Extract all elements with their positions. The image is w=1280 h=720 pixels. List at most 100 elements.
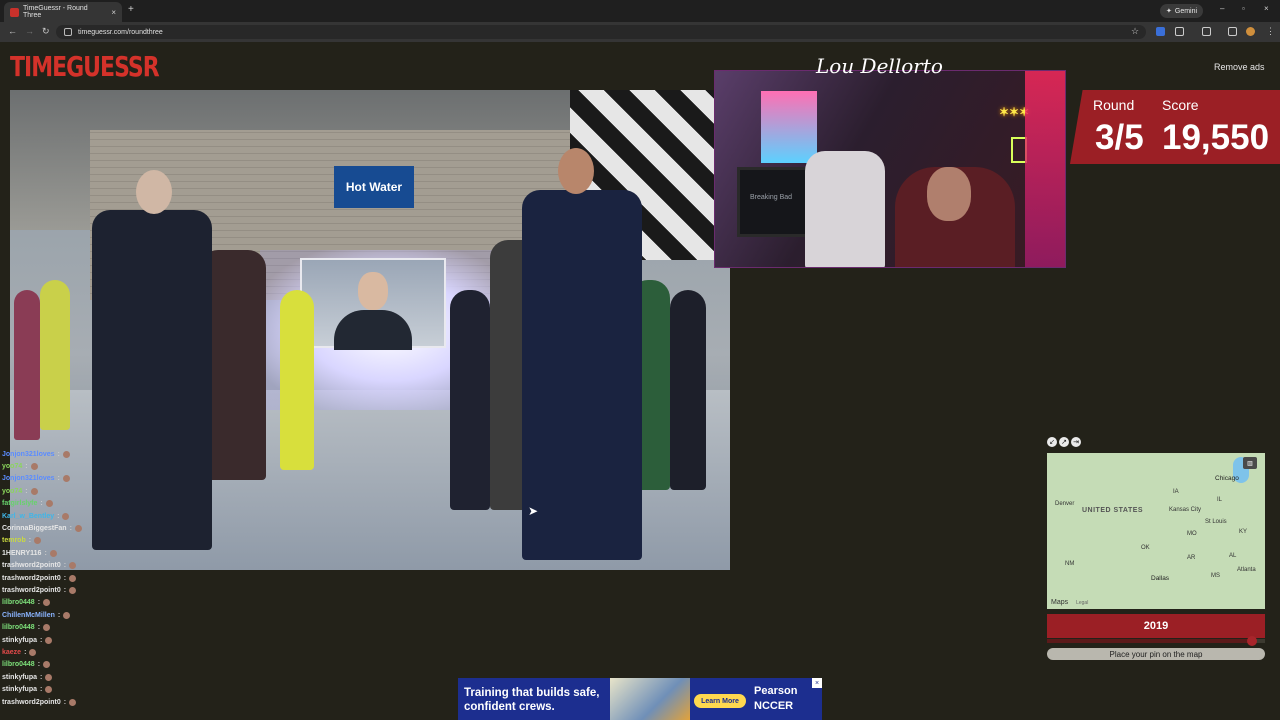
chat-emote-icon	[62, 475, 70, 483]
chat-username[interactable]: stinkyfupa	[2, 637, 37, 644]
chat-username[interactable]: Jonjon321loves	[2, 475, 55, 482]
back-icon[interactable]: ←	[8, 26, 17, 36]
extension-icon[interactable]	[1156, 27, 1165, 36]
tv-text: Breaking Bad	[750, 194, 793, 201]
chat-username[interactable]: trashword2point0	[2, 699, 61, 706]
star-icon[interactable]: ☆	[1131, 26, 1139, 37]
pin-map-icon[interactable]: ⇥	[1071, 437, 1081, 447]
browser-tab[interactable]: TimeGuessr - Round Three ×	[4, 2, 122, 22]
sidepanel-icon[interactable]	[1202, 27, 1211, 36]
chat-message: CorinnaBiggestFan:	[2, 522, 122, 534]
menu-icon[interactable]: ⋮	[1266, 26, 1275, 37]
year-display: 2019	[1047, 614, 1265, 638]
chat-username[interactable]: ChillenMcMillen	[2, 612, 55, 619]
compress-map-icon[interactable]: ↙	[1047, 437, 1057, 447]
score-label: Score	[1162, 97, 1199, 113]
chat-username[interactable]: CorinnaBiggestFan	[2, 525, 67, 532]
chat-username[interactable]: Jonjon321loves	[2, 451, 55, 458]
chat-username[interactable]: temrob	[2, 537, 26, 544]
chat-username[interactable]: lilbro0448	[2, 599, 35, 606]
chat-emote-icon	[69, 562, 77, 570]
chat-username[interactable]: lilbro0448	[2, 661, 35, 668]
map-toolbar: ↙ ↗ ⇥	[1047, 437, 1081, 447]
extensions-icon[interactable]	[1175, 27, 1184, 36]
map-layer-toggle-icon[interactable]: ▥	[1243, 457, 1257, 469]
forward-icon[interactable]: →	[25, 26, 34, 36]
ad-headline: Training that builds safe, confident cre…	[464, 687, 600, 713]
ad-learn-more-button[interactable]: Learn More	[694, 694, 746, 708]
chat-emote-icon	[69, 574, 77, 582]
year-slider-thumb[interactable]	[1246, 636, 1257, 646]
chat-username[interactable]: yoo74	[2, 488, 22, 495]
chat-message: Jonjon321loves:	[2, 448, 122, 460]
chat-message: stinkyfupa:	[2, 634, 122, 646]
chat-username[interactable]: trashword2point0	[2, 575, 61, 582]
year-slider-fill	[1047, 639, 1252, 643]
chat-separator: :	[69, 525, 72, 533]
chat-separator: :	[63, 698, 67, 706]
crowd-head	[136, 170, 172, 214]
map-state-label: KY	[1239, 529, 1248, 535]
map-city-label: Atlanta	[1237, 567, 1256, 573]
restore-button[interactable]: ▫	[1242, 4, 1245, 13]
chat-username[interactable]: stinkyfupa	[2, 674, 37, 681]
chat-username[interactable]: kaeze	[2, 649, 21, 656]
chat-message: trashword2point0:	[2, 584, 122, 596]
map-state-label: NM	[1065, 561, 1075, 567]
cast-icon[interactable]	[1228, 27, 1237, 36]
chat-emote-icon	[45, 673, 53, 681]
ad-image	[610, 678, 690, 720]
guess-map[interactable]: ▥ UNITED STATES Chicago Denver Kansas Ci…	[1047, 453, 1265, 609]
chat-username[interactable]: yoo74	[2, 463, 22, 470]
expand-map-icon[interactable]: ↗	[1059, 437, 1069, 447]
advertisement[interactable]: Training that builds safe, confident cre…	[458, 678, 822, 720]
chat-username[interactable]: trashword2point0	[2, 562, 61, 569]
score-banner: Round Score 3/5 19,550	[1070, 90, 1280, 164]
map-legal-link[interactable]: Legal	[1076, 600, 1088, 606]
chat-separator: :	[37, 624, 41, 632]
chat-emote-icon	[62, 450, 70, 458]
chat-emote-icon	[34, 537, 42, 545]
site-logo[interactable]: TIMEGUESSR	[10, 52, 160, 83]
map-attribution[interactable]: Maps Legal	[1051, 599, 1088, 606]
map-state-label: IA	[1173, 489, 1179, 495]
site-info-icon[interactable]	[64, 28, 72, 36]
wall-poster	[761, 91, 817, 163]
chat-username[interactable]: stinkyfupa	[2, 686, 37, 693]
minimize-button[interactable]: –	[1220, 4, 1224, 13]
chat-message: fatgirlslyfe:	[2, 498, 122, 510]
stream-chat: Jonjon321loves: yoo74: Jonjon321loves: yoo7…	[2, 448, 122, 708]
browser-tabstrip: TimeGuessr - Round Three × + ✦ Gemini – …	[0, 0, 1280, 22]
close-icon[interactable]: ×	[111, 8, 116, 17]
chat-separator: :	[57, 450, 60, 458]
round-value: 3/5	[1095, 118, 1144, 157]
streamer-head	[927, 167, 971, 221]
chat-username[interactable]: trashword2point0	[2, 587, 61, 594]
new-tab-button[interactable]: +	[128, 4, 134, 15]
chat-message: lilbro0448:	[2, 659, 122, 671]
chat-message: kaeze:	[2, 646, 122, 658]
ad-close-icon[interactable]: ×	[812, 678, 822, 688]
profile-icon[interactable]	[1246, 27, 1255, 36]
chat-username[interactable]: Karl_w_Bentley	[2, 513, 54, 520]
remove-ads-link[interactable]: Remove ads	[1214, 62, 1265, 72]
chat-message: lilbro0448:	[2, 621, 122, 633]
streamer-signature: Lou Dellorto	[816, 54, 943, 78]
chat-username[interactable]: lilbro0448	[2, 624, 35, 631]
gemini-button[interactable]: ✦ Gemini	[1160, 4, 1204, 18]
year-slider[interactable]	[1047, 636, 1265, 646]
score-value: 19,550	[1162, 118, 1270, 157]
chat-username[interactable]: 1HENRY116	[2, 550, 41, 557]
map-city-label: Dallas	[1151, 575, 1170, 582]
chat-username[interactable]: fatgirlslyfe	[2, 500, 37, 507]
address-bar[interactable]: timeguessr.com/roundthree	[56, 25, 1146, 39]
place-pin-button[interactable]: Place your pin on the map	[1047, 648, 1265, 660]
chat-emote-icon	[43, 661, 51, 669]
gemini-label: Gemini	[1174, 7, 1198, 15]
browser-toolbar: ← → ↻ timeguessr.com/roundthree ☆ ⋮	[0, 22, 1280, 42]
reload-icon[interactable]: ↻	[42, 26, 50, 37]
chat-message: temrob:	[2, 535, 122, 547]
window-close-button[interactable]: ×	[1264, 4, 1269, 13]
map-state-label: AR	[1187, 555, 1196, 561]
chat-message: stinkyfupa:	[2, 683, 122, 695]
